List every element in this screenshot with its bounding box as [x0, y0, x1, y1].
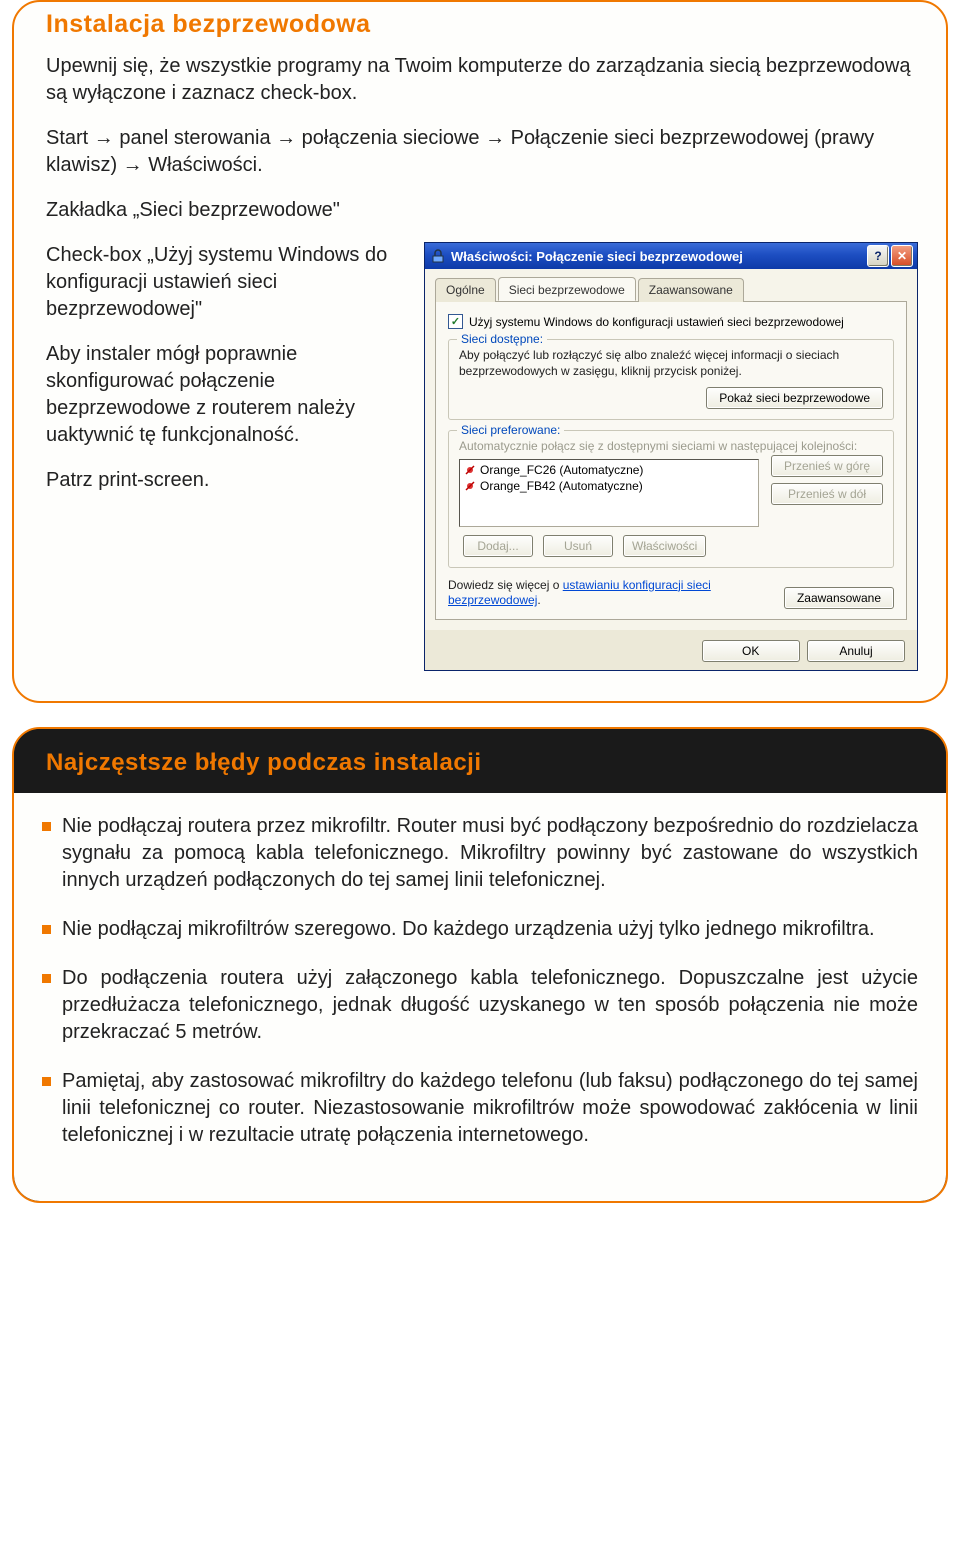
list-item-label: Orange_FC26 (Automatyczne)	[480, 463, 643, 477]
list-item[interactable]: Orange_FC26 (Automatyczne)	[462, 462, 756, 478]
tab-general[interactable]: Ogólne	[435, 278, 496, 302]
group-text: Automatycznie połącz się z dostępnymi si…	[459, 439, 883, 455]
text: Aby instaler mógł poprawnie skonfigurowa…	[46, 341, 406, 449]
paragraph: Upewnij się, że wszystkie programy na Tw…	[46, 53, 914, 107]
text: Patrz print-screen.	[46, 467, 406, 494]
dialog-title: Właściwości: Połączenie sieci bezprzewod…	[451, 249, 743, 264]
bullet-item: Pamiętaj, aby zastosować mikrofiltry do …	[42, 1068, 918, 1149]
bullet-item: Nie podłączaj routera przez mikrofiltr. …	[42, 813, 918, 894]
paragraph: Start → panel sterowania → połączenia si…	[46, 125, 914, 179]
learn-more-text: Dowiedz się więcej o ustawianiu konfigur…	[448, 578, 772, 609]
text: Check-box	[46, 244, 147, 266]
available-networks-group: Sieci dostępne: Aby połączyć lub rozłącz…	[448, 339, 894, 420]
checkbox-label: Użyj systemu Windows do konfiguracji ust…	[469, 315, 844, 329]
section-wireless-install: Instalacja bezprzewodowa Upewnij się, że…	[12, 0, 948, 703]
dialog-footer: OK Anuluj	[425, 630, 917, 670]
close-button[interactable]: ✕	[891, 245, 913, 267]
screenshot-column: Właściwości: Połączenie sieci bezprzewod…	[424, 242, 918, 671]
use-windows-checkbox[interactable]: ✓	[448, 314, 463, 329]
network-icon	[464, 464, 476, 476]
list-item-label: Orange_FB42 (Automatyczne)	[480, 479, 643, 493]
preferred-networks-list[interactable]: Orange_FC26 (Automatyczne) Orange_FB42 (…	[459, 459, 759, 527]
group-legend: Sieci dostępne:	[457, 332, 547, 346]
cancel-button[interactable]: Anuluj	[807, 640, 905, 662]
tab-strip: Ogólne Sieci bezprzewodowe Zaawansowane	[435, 277, 907, 302]
section-title: Najczęstsze błędy podczas instalacji	[14, 729, 946, 793]
group-legend: Sieci preferowane:	[457, 423, 564, 437]
error-bullet-list: Nie podłączaj routera przez mikrofiltr. …	[42, 813, 918, 1149]
window-icon	[431, 249, 445, 263]
tab-advanced[interactable]: Zaawansowane	[638, 278, 744, 302]
tab-wireless[interactable]: Sieci bezprzewodowe	[498, 277, 636, 301]
move-up-button[interactable]: Przenieś w górę	[771, 455, 883, 477]
list-item[interactable]: Orange_FB42 (Automatyczne)	[462, 478, 756, 494]
move-down-button[interactable]: Przenieś w dół	[771, 483, 883, 505]
group-text: Aby połączyć lub rozłączyć się albo znal…	[459, 348, 883, 379]
bullet-item: Nie podłączaj mikrofiltrów szeregowo. Do…	[42, 916, 918, 943]
ok-button[interactable]: OK	[702, 640, 800, 662]
left-column: Check-box „Użyj systemu Windows do konfi…	[46, 242, 406, 671]
help-button[interactable]: ?	[867, 245, 889, 267]
preferred-networks-group: Sieci preferowane: Automatycznie połącz …	[448, 430, 894, 568]
add-button[interactable]: Dodaj...	[463, 535, 533, 557]
advanced-button[interactable]: Zaawansowane	[784, 587, 894, 609]
properties-button[interactable]: Właściwości	[623, 535, 706, 557]
properties-dialog: Właściwości: Połączenie sieci bezprzewod…	[424, 242, 918, 671]
section-title: Instalacja bezprzewodowa	[46, 2, 914, 53]
network-icon	[464, 480, 476, 492]
paragraph: Zakładka „Sieci bezprzewodowe"	[46, 197, 914, 224]
remove-button[interactable]: Usuń	[543, 535, 613, 557]
section-common-errors: Najczęstsze błędy podczas instalacji Nie…	[12, 727, 948, 1203]
show-networks-button[interactable]: Pokaż sieci bezprzewodowe	[706, 387, 883, 409]
tab-panel: ✓ Użyj systemu Windows do konfiguracji u…	[435, 302, 907, 620]
bullet-item: Do podłączenia routera użyj załączonego …	[42, 965, 918, 1046]
dialog-titlebar[interactable]: Właściwości: Połączenie sieci bezprzewod…	[425, 243, 917, 269]
